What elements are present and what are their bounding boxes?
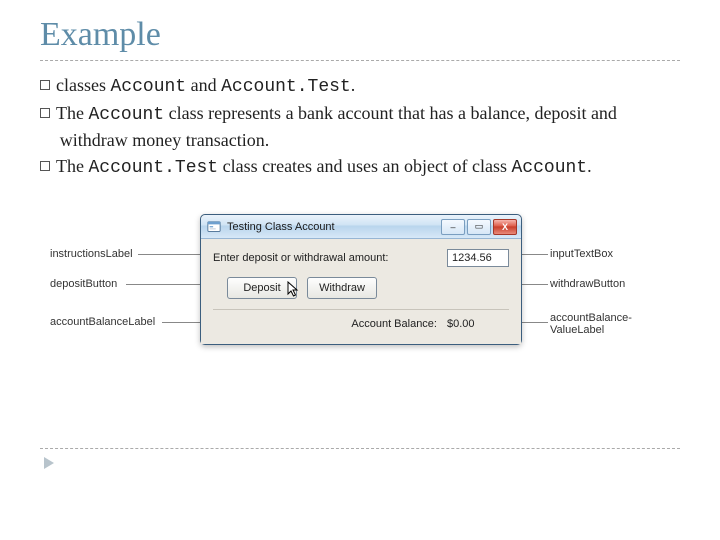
annot-account-balance-value-label: accountBalance- ValueLabel [550,312,632,336]
annot-line [138,254,200,255]
amount-input[interactable] [447,249,509,267]
close-button[interactable]: X [493,219,517,235]
annot-line [522,284,548,285]
code-text: Account [110,77,186,97]
annot-withdraw-button: withdrawButton [550,278,625,290]
annot-instructions-label: instructionsLabel [50,248,133,260]
bullet-icon [40,80,50,90]
code-text: Account.Test [221,77,351,97]
annot-input-textbox: inputTextBox [550,248,613,260]
text: classes [56,75,110,95]
bullet-icon [40,161,50,171]
annot-line [162,322,200,323]
text: . [587,156,592,176]
footer-divider [40,448,680,449]
dialog-body: Enter deposit or withdrawal amount: Depo… [201,239,521,344]
bullet-list: classes Account and Account.Test. The Ac… [40,73,680,180]
account-balance-value: $0.00 [447,318,509,330]
text: and [186,75,221,95]
deposit-button[interactable]: Deposit [227,277,297,299]
dialog-window: Testing Class Account – ▭ X Enter deposi… [200,214,522,345]
code-text: Account [88,105,164,125]
bullet-icon [40,108,50,118]
text: The [56,103,88,123]
page-title: Example [40,16,680,54]
annot-line [126,284,200,285]
bullet-3: The Account.Test class creates and uses … [40,154,680,180]
annot-line [522,322,548,323]
instructions-label: Enter deposit or withdrawal amount: [213,252,447,264]
figure: instructionsLabel depositButton accountB… [50,208,670,388]
title-divider [40,60,680,61]
annot-deposit-button: depositButton [50,278,117,290]
maximize-icon: ▭ [475,221,484,232]
annot-account-balance-label: accountBalanceLabel [50,316,155,328]
withdraw-button[interactable]: Withdraw [307,277,377,299]
app-icon [207,220,221,234]
code-text: Account [512,158,588,178]
close-icon: X [502,222,508,232]
dialog-title: Testing Class Account [227,221,435,233]
text: The [56,156,88,176]
bullet-1: classes Account and Account.Test. [40,73,680,99]
account-balance-label: Account Balance: [213,318,447,330]
text: class creates and uses an object of clas… [218,156,511,176]
separator [213,309,509,310]
annot-line [522,254,548,255]
play-icon [44,457,54,469]
text: . [351,75,356,95]
code-text: Account.Test [88,158,218,178]
minimize-button[interactable]: – [441,219,465,235]
minimize-icon: – [450,222,455,232]
maximize-button[interactable]: ▭ [467,219,491,235]
bullet-2: The Account class represents a bank acco… [40,101,680,152]
titlebar[interactable]: Testing Class Account – ▭ X [201,215,521,239]
